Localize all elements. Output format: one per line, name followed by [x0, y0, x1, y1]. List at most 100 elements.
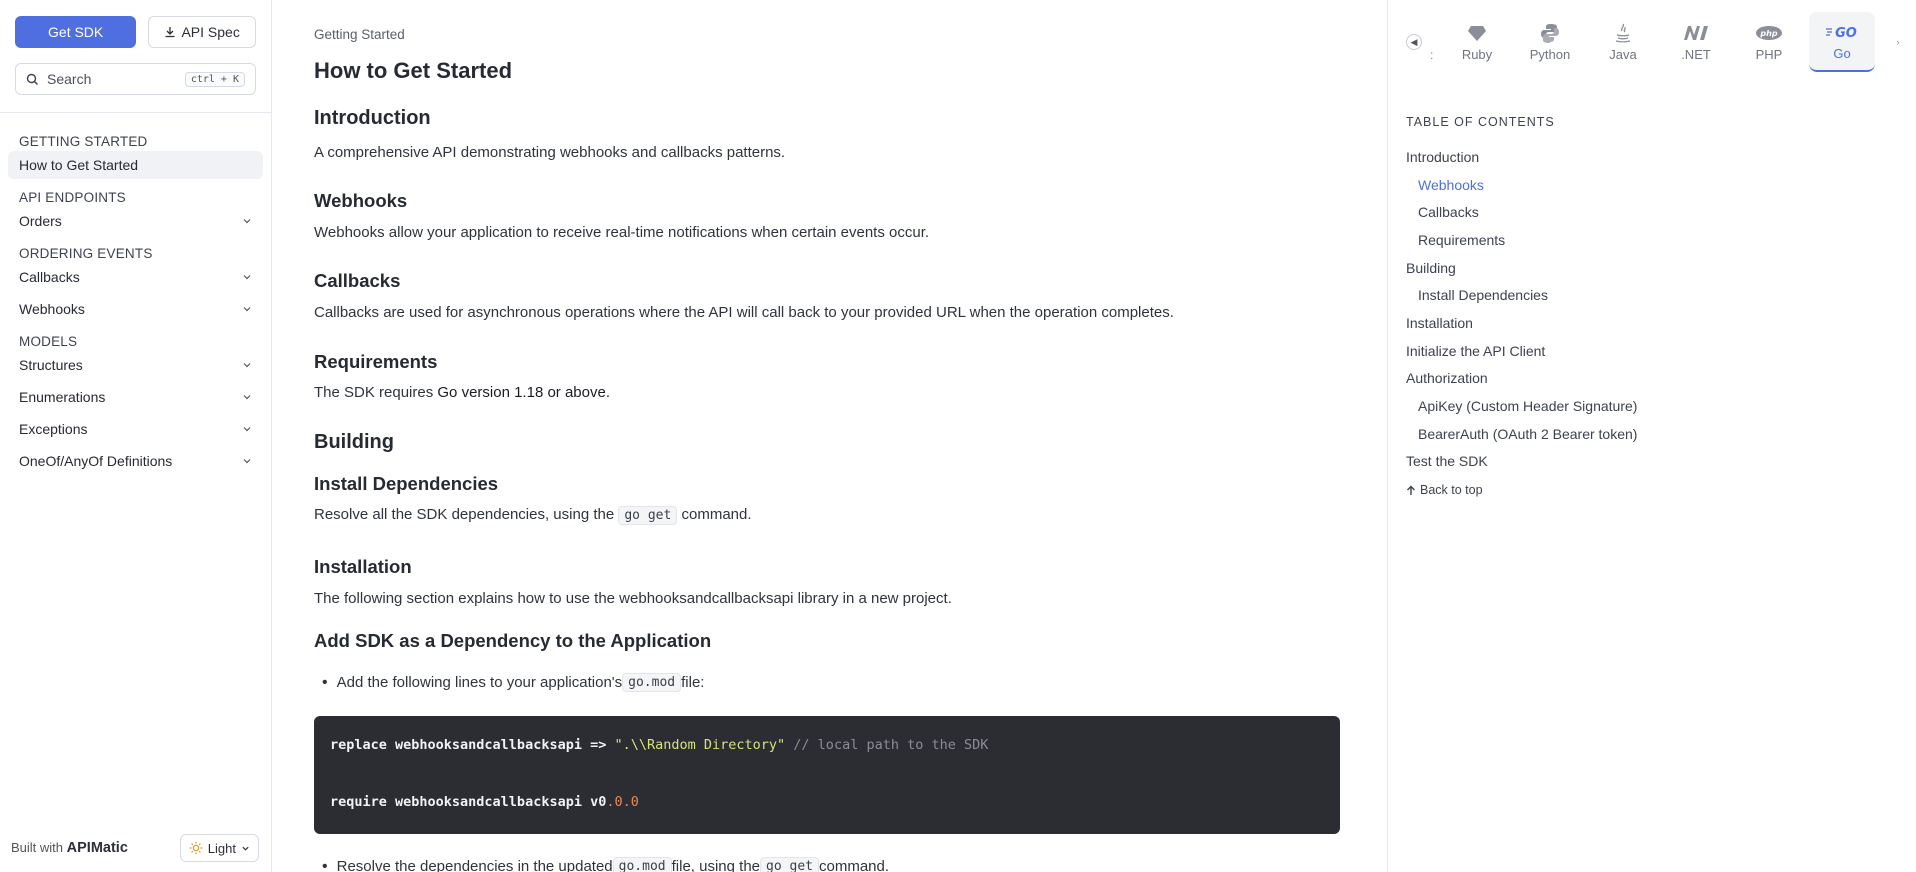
scroll-right-button[interactable]: › — [1890, 34, 1906, 50]
ruby-icon — [1467, 23, 1487, 43]
heading-building: Building — [314, 431, 394, 453]
sidebar-item-label: Enumerations — [19, 389, 106, 405]
toc-item-apikey[interactable]: ApiKey (Custom Header Signature) — [1406, 392, 1637, 420]
toc-item-bearerauth[interactable]: BearerAuth (OAuth 2 Bearer token) — [1406, 420, 1637, 448]
toc-item-install-dependencies[interactable]: Install Dependencies — [1406, 281, 1637, 309]
language-ruby[interactable]: Ruby — [1444, 12, 1510, 72]
main-content: Getting Started How to Get Started Intro… — [314, 0, 1342, 872]
inline-code: go.mod — [612, 857, 672, 872]
chevron-down-icon — [243, 395, 251, 400]
language-label: Go — [1833, 45, 1851, 61]
heading-webhooks: Webhooks — [314, 190, 408, 211]
inline-code: go get — [760, 857, 819, 872]
sidebar-nav: GETTING STARTED How to Get Started API E… — [0, 113, 271, 475]
sidebar-item-oneof-anyof[interactable]: OneOf/AnyOf Definitions — [8, 447, 263, 475]
inline-code: go get — [618, 506, 678, 525]
sidebar-item-label: OneOf/AnyOf Definitions — [19, 453, 173, 469]
intro-text: A comprehensive API demonstrating webhoo… — [314, 144, 786, 161]
language-python[interactable]: Python — [1517, 12, 1583, 72]
code-line: require webhooksandcallbacksapi v0.0.0 — [330, 794, 639, 810]
toc-title: TABLE OF CONTENTS — [1406, 115, 1555, 129]
bullet2-prefix: Resolve the dependencies in the updated — [336, 858, 613, 872]
built-with-text: Built with — [11, 840, 64, 855]
install-deps-prefix: Resolve all the SDK dependencies, using … — [314, 506, 619, 523]
toc-item-installation[interactable]: Installation — [1406, 309, 1637, 337]
svg-text:GO: GO — [1835, 26, 1857, 40]
language-java[interactable]: Java — [1590, 12, 1656, 72]
sidebar-footer: Built with APIMatic Light — [11, 834, 259, 862]
get-sdk-button[interactable]: Get SDK — [15, 16, 137, 48]
chevron-down-icon — [243, 307, 251, 312]
heading-callbacks: Callbacks — [314, 270, 401, 291]
api-spec-button[interactable]: API Spec — [148, 16, 256, 48]
toc-item-callbacks[interactable]: Callbacks — [1406, 198, 1637, 226]
right-panel: ◀ : Ruby Python Java .NET php PHP GO Go … — [1387, 0, 1916, 872]
toc-item-test-sdk[interactable]: Test the SDK — [1406, 448, 1637, 476]
java-icon — [1614, 23, 1632, 43]
code-number: .0.0 — [606, 794, 639, 810]
inline-code: go.mod — [622, 673, 682, 692]
install-deps-text: Resolve all the SDK dependencies, using … — [314, 506, 752, 525]
sidebar-item-enumerations[interactable]: Enumerations — [8, 383, 263, 411]
requirements-prefix: The SDK requires — [314, 384, 438, 401]
heading-requirements: Requirements — [314, 351, 438, 372]
installation-text: The following section explains how to us… — [314, 590, 952, 607]
sidebar-item-label: How to Get Started — [19, 157, 139, 173]
code-comment: // local path to the SDK — [785, 737, 989, 753]
language-go[interactable]: GO Go — [1809, 12, 1875, 72]
sidebar-item-callbacks[interactable]: Callbacks — [8, 263, 263, 291]
toc-item-authorization[interactable]: Authorization — [1406, 365, 1637, 393]
bullet1-prefix: Add the following lines to your applicat… — [336, 674, 623, 691]
list-item: Add the following lines to your applicat… — [322, 673, 704, 692]
nav-section-ordering-events: ORDERING EVENTS — [19, 246, 153, 261]
breadcrumb[interactable]: Getting Started — [314, 27, 405, 42]
code-block[interactable]: replace webhooksandcallbacksapi => ".\\R… — [314, 716, 1340, 834]
heading-install-dependencies: Install Dependencies — [314, 473, 499, 494]
requirements-version: Go version 1.18 or above. — [437, 384, 610, 401]
sidebar-item-webhooks[interactable]: Webhooks — [8, 295, 263, 323]
chevron-right-icon: › — [1896, 37, 1900, 47]
toc-item-requirements[interactable]: Requirements — [1406, 226, 1637, 254]
scroll-left-button[interactable]: ◀ — [1406, 34, 1422, 50]
toc-item-building[interactable]: Building — [1406, 254, 1637, 282]
sidebar-item-how-to-get-started[interactable]: How to Get Started — [8, 151, 263, 179]
language-label: PHP — [1755, 46, 1783, 62]
chevron-down-icon — [243, 459, 251, 464]
truncated-language[interactable]: : — [1430, 48, 1433, 62]
chevron-down-icon — [243, 427, 251, 432]
php-icon: php — [1755, 23, 1783, 43]
search-icon — [26, 73, 38, 85]
toc-item-webhooks[interactable]: Webhooks — [1406, 171, 1637, 199]
language-dotnet[interactable]: .NET — [1663, 12, 1729, 72]
chevron-left-icon: ◀ — [1410, 36, 1418, 47]
go-icon: GO — [1825, 22, 1859, 42]
chevron-down-icon — [243, 363, 251, 368]
search-placeholder: Search — [47, 71, 92, 87]
sidebar-item-label: Callbacks — [19, 269, 80, 285]
heading-installation: Installation — [314, 556, 412, 577]
code-keyword: replace webhooksandcallbacksapi => — [330, 737, 615, 753]
nav-section-api-endpoints: API ENDPOINTS — [19, 190, 126, 205]
bullet2-mid: file, using the — [671, 858, 761, 872]
sidebar-item-orders[interactable]: Orders — [8, 207, 263, 235]
bullet1-suffix: file: — [681, 674, 705, 691]
built-with[interactable]: Built with APIMatic — [11, 840, 128, 856]
toc-item-initialize-client[interactable]: Initialize the API Client — [1406, 337, 1637, 365]
search-shortcut: ctrl + K — [184, 71, 245, 87]
api-spec-label: API Spec — [181, 24, 240, 40]
chevron-down-icon — [242, 846, 249, 851]
webhooks-text: Webhooks allow your application to recei… — [314, 224, 930, 241]
sidebar-item-label: Exceptions — [19, 421, 88, 437]
search-input[interactable]: Search ctrl + K — [15, 63, 256, 95]
sidebar-item-exceptions[interactable]: Exceptions — [8, 415, 263, 443]
svg-text:php: php — [1759, 29, 1777, 38]
theme-toggle[interactable]: Light — [179, 834, 259, 862]
language-label: Python — [1529, 46, 1571, 62]
language-php[interactable]: php PHP — [1736, 12, 1802, 72]
sun-icon — [189, 841, 202, 855]
back-to-top-link[interactable]: Back to top — [1406, 483, 1637, 497]
toc-item-introduction[interactable]: Introduction — [1406, 143, 1637, 171]
sidebar-item-structures[interactable]: Structures — [8, 351, 263, 379]
chevron-down-icon — [243, 219, 251, 224]
python-icon — [1540, 23, 1560, 43]
